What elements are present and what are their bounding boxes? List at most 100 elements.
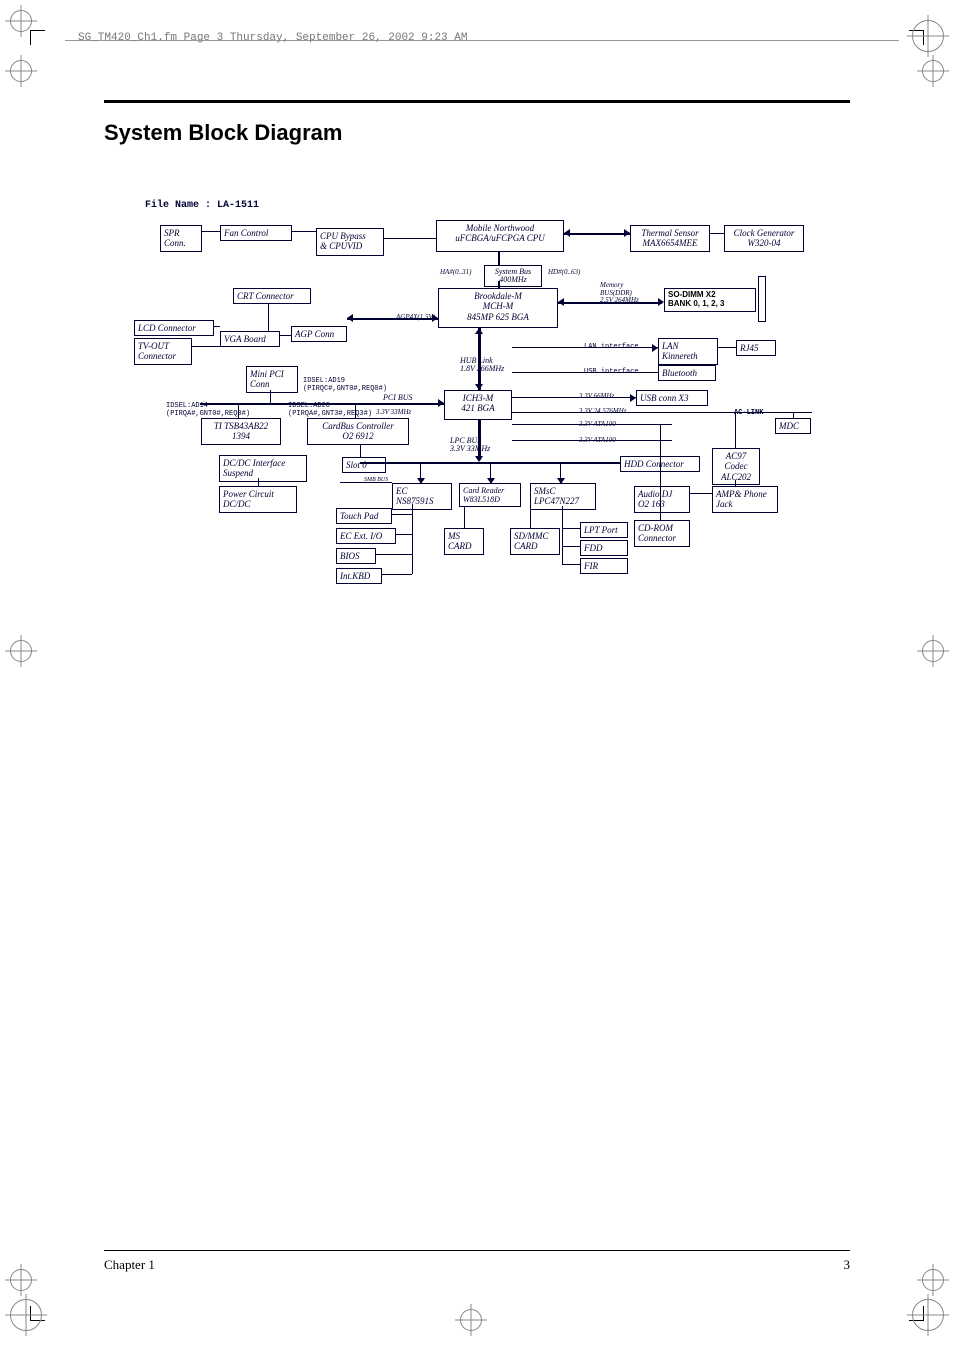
connector [562, 546, 580, 547]
connector [735, 480, 736, 486]
label-hd: HD#(0..63) [548, 268, 580, 276]
arrow-icon [417, 478, 425, 484]
connector [564, 233, 630, 235]
label-lpc-bus: LPC BUS3.3V 33MHz [450, 437, 490, 453]
connector [355, 403, 356, 418]
block-agp-conn: AGP Conn [291, 326, 347, 342]
header-text: SG_TM420_Ch1.fm Page 3 Thursday, Septemb… [78, 32, 467, 44]
arrow-icon [475, 328, 483, 334]
connector [270, 390, 271, 404]
page-title: System Block Diagram [104, 120, 342, 146]
connector [384, 238, 436, 239]
connector [214, 326, 220, 327]
connector [660, 440, 661, 520]
arrow-icon [630, 394, 636, 402]
block-cpu-bypass: CPU Bypass& CPUVID [316, 228, 384, 256]
connector [347, 318, 438, 320]
block-bluetooth: Bluetooth [658, 365, 716, 381]
connector [498, 281, 500, 288]
block-lcd-connector: LCD Connector [134, 320, 214, 336]
arrow-icon [624, 229, 630, 237]
connector [268, 304, 269, 331]
block-power-circuit: Power CircuitDC/DC [219, 486, 297, 513]
block-ms-card: MSCARD [444, 528, 484, 555]
block-usb-conn: USB conn X3 [636, 390, 708, 406]
connector [562, 564, 580, 565]
file-name-label: File Name : LA-1511 [145, 200, 259, 211]
block-smsc: SMsCLPC47N227 [530, 483, 596, 510]
label-aclink: AC-LINK [734, 409, 763, 417]
block-brookdale: Brookdale-MMCH-M845MP 625 BGA [438, 288, 558, 328]
connector [376, 554, 412, 555]
arrow-icon [652, 344, 658, 352]
footer-left: Chapter 1 [104, 1257, 155, 1273]
connector [793, 412, 794, 418]
connector [200, 403, 444, 405]
connector [292, 231, 316, 232]
connector [562, 506, 563, 564]
block-mdc: MDC [775, 418, 811, 434]
block-amp-phone: AMP& PhoneJack [712, 486, 778, 513]
block-spr-conn: SPRConn. [160, 225, 202, 252]
block-audio-dj: Audio DJO2 163 [634, 486, 690, 513]
connector [718, 347, 736, 348]
label-33v33a: 3.3V 33MHz [376, 408, 411, 416]
block-clock-generator: Clock GeneratorW320-04 [724, 225, 804, 252]
connector [512, 424, 672, 425]
connector [735, 412, 736, 448]
connector [238, 403, 239, 418]
block-ec-ext-io: EC Ext. I/O [336, 528, 396, 544]
block-card-reader: Card ReaderW83L518D [459, 483, 521, 507]
title-rule [104, 100, 850, 103]
block-tvout: TV-OUTConnector [134, 338, 192, 365]
connector [530, 506, 531, 528]
connector [396, 534, 412, 535]
block-slot0: Slot 0 [342, 457, 386, 473]
connector [512, 440, 672, 441]
connector [498, 252, 500, 265]
block-fdd: FDD [580, 540, 628, 556]
registration-mark-icon [912, 20, 944, 52]
block-mini-pci: Mini PCIConn [246, 366, 298, 393]
registration-mark-icon [10, 60, 32, 82]
connector [710, 233, 724, 234]
block-fan-control: Fan Control [220, 225, 292, 241]
connector [202, 231, 220, 232]
block-lan-kinnereth: LANKinnereth [658, 338, 718, 365]
footer-rule [104, 1250, 850, 1251]
block-int-kbd: Int.KBD [336, 568, 382, 584]
arrow-icon [347, 314, 353, 322]
block-bios: BIOS [336, 548, 376, 564]
registration-mark-icon [10, 1299, 42, 1331]
label-pci-bus: PCI BUS [383, 393, 413, 402]
sodimm-edge [758, 276, 766, 322]
connector [512, 412, 812, 413]
registration-mark-icon [460, 1309, 482, 1331]
arrow-icon [557, 478, 565, 484]
block-mobile-northwood: Mobile NorthwooduFCBGA/uFCPGA CPU [436, 220, 564, 252]
connector [340, 482, 392, 483]
label-hub-link: HUB Link1.8V 266MHz [460, 357, 504, 373]
block-ac97: AC97CodecALC202 [712, 448, 760, 485]
connector [478, 420, 481, 460]
block-crt-connector: CRT Connector [233, 288, 311, 304]
block-system-bus: System Bus400MHz [484, 265, 542, 287]
arrow-icon [564, 229, 570, 237]
connector [512, 372, 658, 373]
registration-mark-icon [922, 60, 944, 82]
connector [512, 397, 636, 398]
label-33v66: 3.3V 66MHz [579, 392, 614, 400]
connector [412, 504, 413, 574]
registration-mark-icon [912, 1299, 944, 1331]
registration-mark-icon [922, 640, 944, 662]
connector [562, 528, 580, 529]
connector [392, 514, 412, 515]
connector [478, 328, 481, 390]
arrow-icon [487, 478, 495, 484]
label-sodimm: SO-DIMM X2BANK 0, 1, 2, 3 [668, 290, 724, 308]
crop-mark [30, 30, 45, 45]
block-vga-board: VGA Board [220, 331, 280, 347]
block-lpt: LPT Port [580, 522, 628, 538]
label-idsel-ad20: IDSEL:AD20(PIRQA#,GNT3#,REQ3#) [288, 403, 372, 418]
block-dcdc-interface: DC/DC InterfaceSuspend [219, 455, 307, 482]
